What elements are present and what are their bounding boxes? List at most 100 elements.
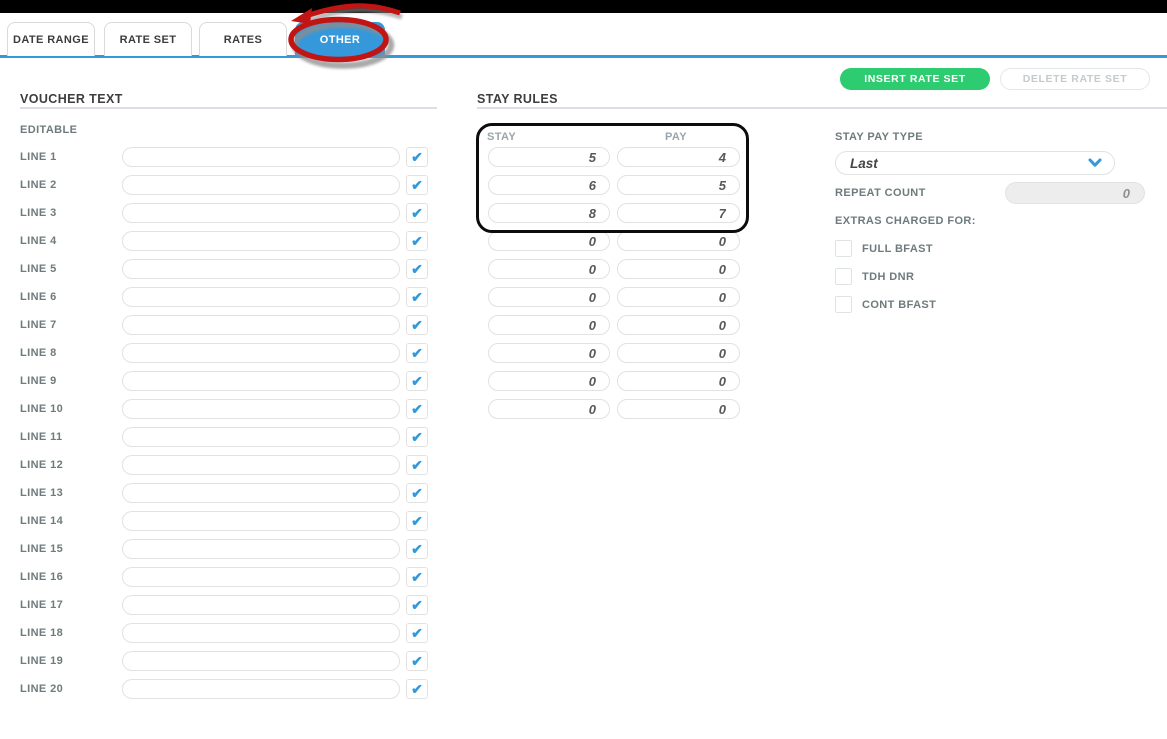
extra-checkbox-cont-bfast[interactable] <box>835 296 852 313</box>
stay-pay-type-select[interactable]: Last <box>835 151 1115 175</box>
stay-input[interactable] <box>488 315 610 335</box>
voucher-line-input[interactable] <box>122 455 400 475</box>
pay-input[interactable] <box>617 231 740 251</box>
voucher-line-input[interactable] <box>122 371 400 391</box>
stay-pay-type-value: Last <box>850 155 878 171</box>
voucher-line-input[interactable] <box>122 595 400 615</box>
voucher-line-label: LINE 17 <box>20 599 64 611</box>
voucher-line-checkbox[interactable]: ✔ <box>406 399 428 419</box>
voucher-line-checkbox[interactable]: ✔ <box>406 511 428 531</box>
voucher-line-label: LINE 5 <box>20 263 57 275</box>
pay-input[interactable] <box>617 371 740 391</box>
voucher-line-input[interactable] <box>122 623 400 643</box>
voucher-line-label: LINE 18 <box>20 627 64 639</box>
stay-input[interactable] <box>488 287 610 307</box>
voucher-line-label: LINE 11 <box>20 431 63 443</box>
stay-input[interactable] <box>488 231 610 251</box>
stay-input[interactable] <box>488 147 610 167</box>
voucher-line-checkbox[interactable]: ✔ <box>406 203 428 223</box>
voucher-line-label: LINE 12 <box>20 459 64 471</box>
stay-rules-section-divider <box>477 107 1167 109</box>
voucher-line-input[interactable] <box>122 511 400 531</box>
voucher-line-label: LINE 7 <box>20 319 57 331</box>
extra-checkbox-tdh-dnr[interactable] <box>835 268 852 285</box>
stay-input[interactable] <box>488 175 610 195</box>
delete-rate-set-button[interactable]: DELETE RATE SET <box>1000 68 1150 90</box>
voucher-text-title: VOUCHER TEXT <box>20 92 123 106</box>
pay-input[interactable] <box>617 147 740 167</box>
voucher-line-label: LINE 13 <box>20 487 64 499</box>
voucher-line-checkbox[interactable]: ✔ <box>406 539 428 559</box>
voucher-line-checkbox[interactable]: ✔ <box>406 455 428 475</box>
voucher-line-input[interactable] <box>122 147 400 167</box>
voucher-line-label: LINE 20 <box>20 683 64 695</box>
stay-rules-title: STAY RULES <box>477 92 558 106</box>
voucher-line-input[interactable] <box>122 679 400 699</box>
voucher-line-checkbox[interactable]: ✔ <box>406 343 428 363</box>
voucher-line-checkbox[interactable]: ✔ <box>406 315 428 335</box>
extra-checkbox-label: CONT BFAST <box>862 299 937 311</box>
stay-input[interactable] <box>488 343 610 363</box>
voucher-line-checkbox[interactable]: ✔ <box>406 147 428 167</box>
extra-checkbox-label: TDH DNR <box>862 271 915 283</box>
tab-date-range[interactable]: DATE RANGE <box>7 22 95 56</box>
voucher-section-divider <box>20 107 437 109</box>
voucher-line-input[interactable] <box>122 539 400 559</box>
tab-rate-set[interactable]: RATE SET <box>104 22 192 56</box>
voucher-line-input[interactable] <box>122 287 400 307</box>
voucher-line-checkbox[interactable]: ✔ <box>406 679 428 699</box>
voucher-line-label: LINE 16 <box>20 571 64 583</box>
repeat-count-input[interactable] <box>1005 182 1145 204</box>
pay-input[interactable] <box>617 399 740 419</box>
voucher-line-checkbox[interactable]: ✔ <box>406 567 428 587</box>
pay-input[interactable] <box>617 259 740 279</box>
stay-input[interactable] <box>488 371 610 391</box>
pay-input[interactable] <box>617 343 740 363</box>
stay-input[interactable] <box>488 399 610 419</box>
voucher-line-input[interactable] <box>122 427 400 447</box>
repeat-count-label: REPEAT COUNT <box>835 187 926 199</box>
chevron-down-icon <box>1088 158 1114 168</box>
voucher-line-checkbox[interactable]: ✔ <box>406 287 428 307</box>
voucher-line-input[interactable] <box>122 231 400 251</box>
voucher-line-input[interactable] <box>122 203 400 223</box>
voucher-line-input[interactable] <box>122 343 400 363</box>
voucher-line-input[interactable] <box>122 483 400 503</box>
voucher-line-checkbox[interactable]: ✔ <box>406 651 428 671</box>
voucher-line-input[interactable] <box>122 567 400 587</box>
stay-column-header: STAY <box>487 131 517 143</box>
voucher-line-label: LINE 6 <box>20 291 57 303</box>
stay-input[interactable] <box>488 203 610 223</box>
tab-rates[interactable]: RATES <box>199 22 287 56</box>
voucher-line-label: LINE 14 <box>20 515 64 527</box>
stay-input[interactable] <box>488 259 610 279</box>
voucher-line-input[interactable] <box>122 259 400 279</box>
pay-input[interactable] <box>617 287 740 307</box>
voucher-line-input[interactable] <box>122 651 400 671</box>
voucher-line-label: LINE 8 <box>20 347 57 359</box>
voucher-line-checkbox[interactable]: ✔ <box>406 427 428 447</box>
voucher-line-label: LINE 3 <box>20 207 57 219</box>
tab-other[interactable]: OTHER <box>295 22 385 56</box>
voucher-line-checkbox[interactable]: ✔ <box>406 483 428 503</box>
voucher-line-checkbox[interactable]: ✔ <box>406 259 428 279</box>
voucher-line-input[interactable] <box>122 315 400 335</box>
voucher-line-checkbox[interactable]: ✔ <box>406 595 428 615</box>
insert-rate-set-button[interactable]: INSERT RATE SET <box>840 68 990 90</box>
top-black-bar <box>0 0 1167 13</box>
voucher-line-label: LINE 15 <box>20 543 64 555</box>
pay-column-header: PAY <box>665 131 687 143</box>
voucher-line-checkbox[interactable]: ✔ <box>406 623 428 643</box>
voucher-line-checkbox[interactable]: ✔ <box>406 371 428 391</box>
editable-label: EDITABLE <box>20 124 78 136</box>
voucher-line-checkbox[interactable]: ✔ <box>406 231 428 251</box>
voucher-line-input[interactable] <box>122 399 400 419</box>
voucher-line-input[interactable] <box>122 175 400 195</box>
voucher-line-checkbox[interactable]: ✔ <box>406 175 428 195</box>
pay-input[interactable] <box>617 175 740 195</box>
voucher-line-label: LINE 4 <box>20 235 57 247</box>
pay-input[interactable] <box>617 315 740 335</box>
voucher-line-label: LINE 10 <box>20 403 64 415</box>
extra-checkbox-full-bfast[interactable] <box>835 240 852 257</box>
pay-input[interactable] <box>617 203 740 223</box>
